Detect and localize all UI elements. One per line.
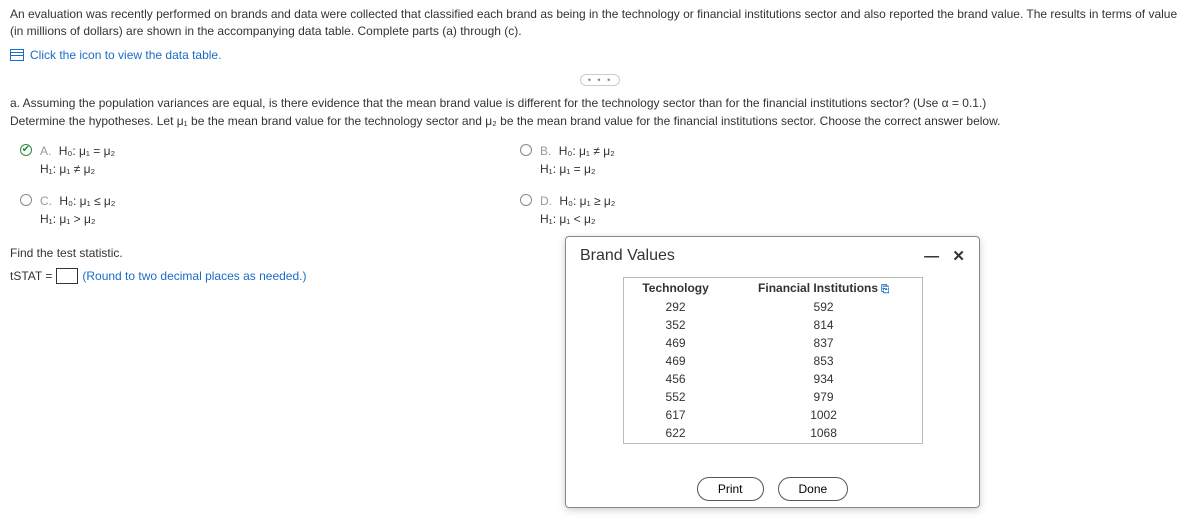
close-icon[interactable]: ✕	[952, 248, 965, 265]
copy-icon[interactable]: ⎘	[881, 284, 889, 295]
table-row: 456934	[626, 371, 920, 387]
option-d[interactable]: D. H₀: μ₁ ≥ μ₂ H₁: μ₁ < μ₂	[520, 192, 980, 228]
question-part-a: a. Assuming the population variances are…	[0, 90, 1200, 134]
option-a-h1: H₁: μ₁ ≠ μ₂	[40, 162, 95, 176]
view-data-table-link[interactable]: Click the icon to view the data table.	[0, 44, 1200, 70]
option-a-h0: H₀: μ₁ = μ₂	[59, 144, 116, 158]
option-d-h1: H₁: μ₁ < μ₂	[540, 212, 596, 226]
table-row: 6221068	[626, 425, 920, 441]
tstat-prefix: tSTAT =	[10, 269, 52, 283]
question-a-line1: a. Assuming the population variances are…	[10, 94, 1190, 112]
option-b-h0: H₀: μ₁ ≠ μ₂	[559, 144, 615, 158]
modal-title: Brand Values	[580, 247, 675, 265]
table-row: 292592	[626, 299, 920, 315]
print-button[interactable]: Print	[697, 477, 764, 501]
brand-values-table: Technology Financial Institutions⎘ 29259…	[623, 277, 923, 444]
problem-intro: An evaluation was recently performed on …	[0, 0, 1200, 44]
minimize-icon[interactable]: —	[924, 248, 939, 265]
table-row: 552979	[626, 389, 920, 405]
option-a-label: A.	[40, 144, 51, 158]
option-c[interactable]: C. H₀: μ₁ ≤ μ₂ H₁: μ₁ > μ₂	[20, 192, 480, 228]
col-header-tech: Technology	[626, 280, 726, 297]
data-table-link-text: Click the icon to view the data table.	[30, 48, 221, 62]
table-row: 6171002	[626, 407, 920, 423]
radio-b[interactable]	[520, 144, 532, 156]
question-a-line2: Determine the hypotheses. Let μ₁ be the …	[10, 112, 1190, 130]
radio-c[interactable]	[20, 194, 32, 206]
option-b[interactable]: B. H₀: μ₁ ≠ μ₂ H₁: μ₁ = μ₂	[520, 142, 980, 178]
done-button[interactable]: Done	[778, 477, 849, 501]
option-c-h0: H₀: μ₁ ≤ μ₂	[59, 194, 115, 208]
table-icon	[10, 49, 24, 61]
brand-values-modal: Brand Values — ✕ Technology Financial In…	[565, 236, 980, 508]
col-header-fin: Financial Institutions⎘	[728, 280, 920, 297]
table-row: 469837	[626, 335, 920, 351]
tstat-hint: (Round to two decimal places as needed.)	[82, 269, 306, 283]
option-b-label: B.	[540, 144, 551, 158]
hypothesis-options: A. H₀: μ₁ = μ₂ H₁: μ₁ ≠ μ₂ B. H₀: μ₁ ≠ μ…	[0, 134, 1000, 236]
radio-a[interactable]	[20, 144, 32, 156]
option-b-h1: H₁: μ₁ = μ₂	[540, 162, 596, 176]
option-d-label: D.	[540, 194, 552, 208]
expand-dots[interactable]: • • •	[580, 74, 620, 86]
option-a[interactable]: A. H₀: μ₁ = μ₂ H₁: μ₁ ≠ μ₂	[20, 142, 480, 178]
option-c-label: C.	[40, 194, 52, 208]
option-c-h1: H₁: μ₁ > μ₂	[40, 212, 96, 226]
option-d-h0: H₀: μ₁ ≥ μ₂	[559, 194, 615, 208]
table-row: 352814	[626, 317, 920, 333]
tstat-input[interactable]	[56, 268, 78, 284]
table-row: 469853	[626, 353, 920, 369]
radio-d[interactable]	[520, 194, 532, 206]
